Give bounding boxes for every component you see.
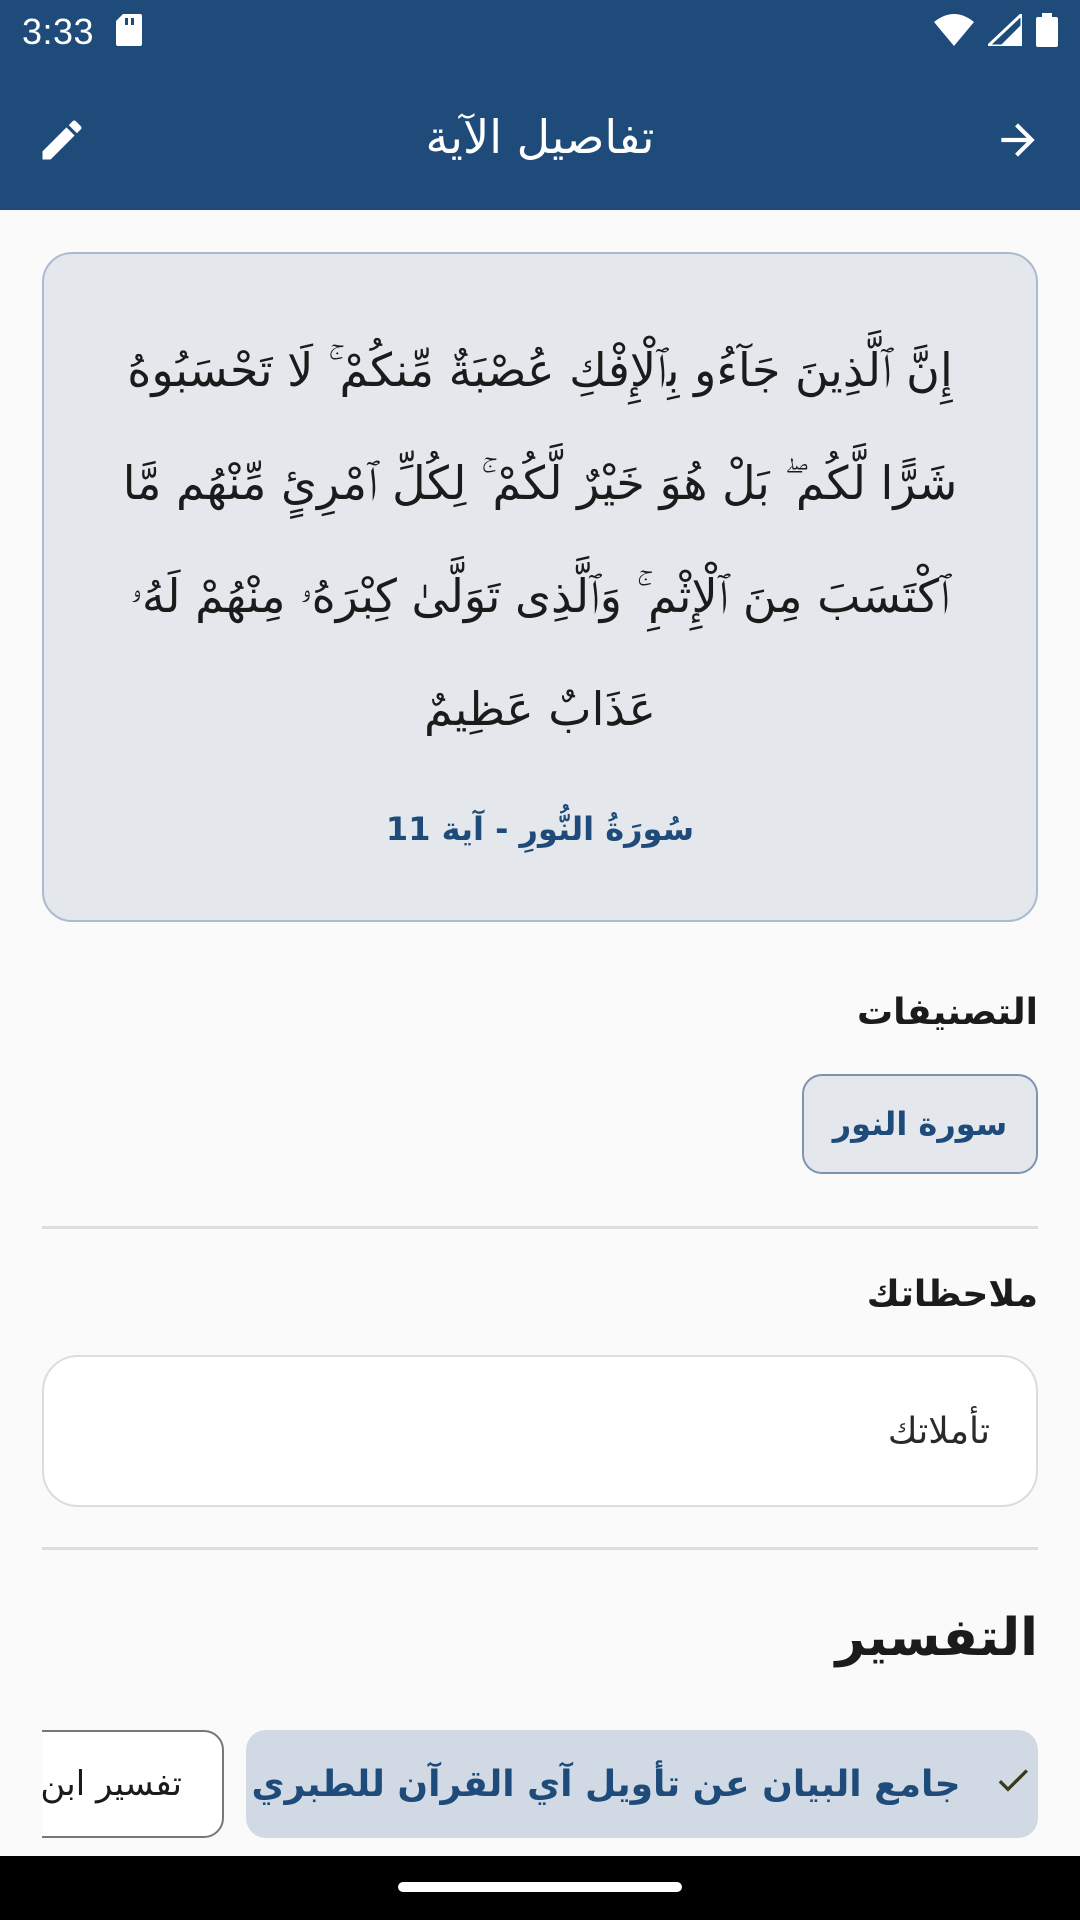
app-bar: تفاصيل الآية (0, 64, 1080, 210)
tafsir-chip-row[interactable]: جامع البيان عن تأويل آي القرآن للطبري تف… (42, 1728, 1038, 1840)
ayah-reference: سُورَةُ النُّورِ - آية 11 (385, 810, 695, 848)
wifi-icon (934, 14, 974, 50)
home-handle[interactable] (398, 1882, 682, 1892)
divider (42, 1547, 1038, 1550)
page-title: تفاصيل الآية (425, 110, 655, 164)
tafsir-chip-label: جامع البيان عن تأويل آي القرآن للطبري (251, 1763, 961, 1805)
check-icon (993, 1760, 1033, 1809)
signal-icon (984, 10, 1024, 50)
tafsir-heading: التفسير (835, 1608, 1039, 1668)
navigation-bar (0, 1856, 1080, 1920)
category-chip[interactable]: سورة النور (802, 1074, 1038, 1174)
ayah-text: إِنَّ ٱلَّذِينَ جَآءُو بِٱلْإِفْكِ عُصْب… (122, 343, 958, 736)
forward-button[interactable] (986, 108, 1050, 172)
status-bar: 3:33 (0, 0, 1080, 64)
status-time: 3:33 (22, 11, 95, 52)
tafsir-chip-tabari[interactable]: جامع البيان عن تأويل آي القرآن للطبري (246, 1730, 1038, 1838)
ayah-card: إِنَّ ٱلَّذِينَ جَآءُو بِٱلْإِفْكِ عُصْب… (42, 252, 1038, 922)
arrow-forward-icon (1001, 123, 1035, 157)
divider (42, 1226, 1038, 1229)
categories-heading: التصنيفات (856, 992, 1038, 1033)
tafsir-chip-ibn-kathir[interactable]: تفسير ابن كثير (42, 1730, 224, 1838)
notes-heading: ملاحظاتك (866, 1274, 1038, 1315)
notes-field[interactable]: تأملاتك (42, 1355, 1038, 1507)
sd-card-icon (116, 14, 143, 50)
battery-icon (1036, 13, 1058, 51)
